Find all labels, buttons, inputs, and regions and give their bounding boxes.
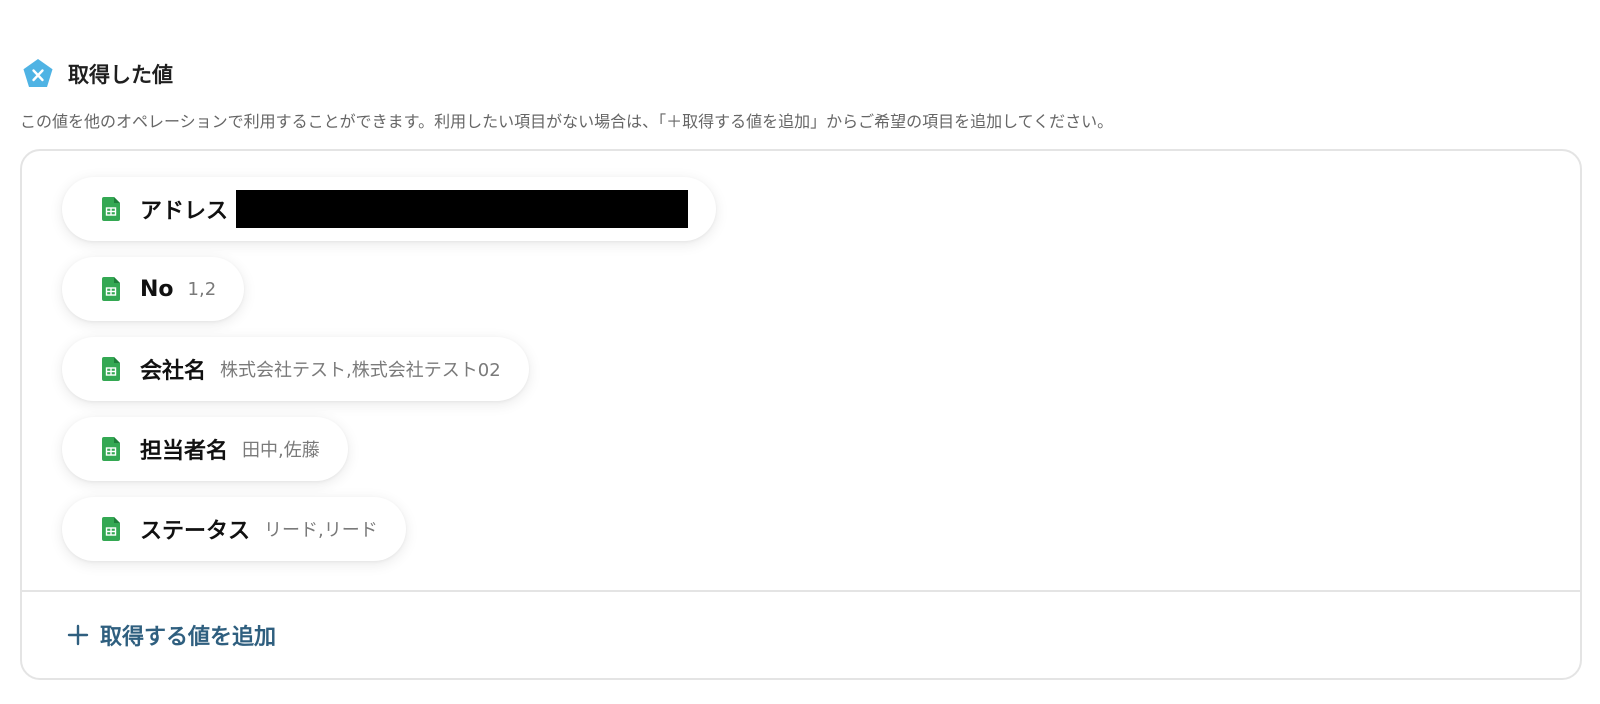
add-value-button[interactable]: 取得する値を追加 (66, 605, 276, 665)
section-header: 取得した値 (22, 58, 173, 90)
google-sheets-icon (102, 437, 120, 461)
value-chip-address[interactable]: アドレス (62, 177, 717, 241)
google-sheets-icon (102, 517, 120, 541)
google-sheets-icon (102, 357, 120, 381)
chip-value: 田中,佐藤 (242, 440, 320, 461)
google-sheets-icon (102, 197, 120, 221)
section-description: この値を他のオペレーションで利用することができます。利用したい項目がない場合は、… (20, 112, 1114, 131)
value-chip-company-name[interactable]: 会社名 株式会社テスト,株式会社テスト02 (62, 337, 529, 401)
chip-value: リード,リード (264, 520, 378, 541)
value-chip-no[interactable]: No 1,2 (62, 257, 245, 321)
add-value-label: 取得する値を追加 (100, 625, 277, 650)
chip-label: 会社名 (140, 359, 207, 384)
plus-icon (67, 624, 89, 646)
chip-label: 担当者名 (140, 439, 229, 464)
chip-label: ステータス (140, 519, 251, 544)
chip-value: 株式会社テスト,株式会社テスト02 (220, 360, 501, 381)
page: 取得した値 この値を他のオペレーションで利用することができます。利用したい項目が… (0, 0, 1600, 704)
value-chip-list: アドレス No 1,2 会社名 株式会社テスト,株式会社テスト02 担当者名 田… (62, 177, 717, 577)
retrieved-values-card: アドレス No 1,2 会社名 株式会社テスト,株式会社テスト02 担当者名 田… (20, 149, 1582, 680)
value-chip-status[interactable]: ステータス リード,リード (62, 497, 406, 561)
section-title: 取得した値 (68, 63, 173, 87)
chip-value: 1,2 (187, 278, 217, 300)
card-divider (22, 590, 1580, 592)
variable-x-icon (23, 59, 53, 87)
chip-label: No (140, 276, 174, 302)
value-chip-contact-name[interactable]: 担当者名 田中,佐藤 (62, 417, 348, 481)
google-sheets-icon (102, 277, 120, 301)
chip-label: アドレス (140, 199, 229, 224)
redacted-value (236, 190, 689, 228)
